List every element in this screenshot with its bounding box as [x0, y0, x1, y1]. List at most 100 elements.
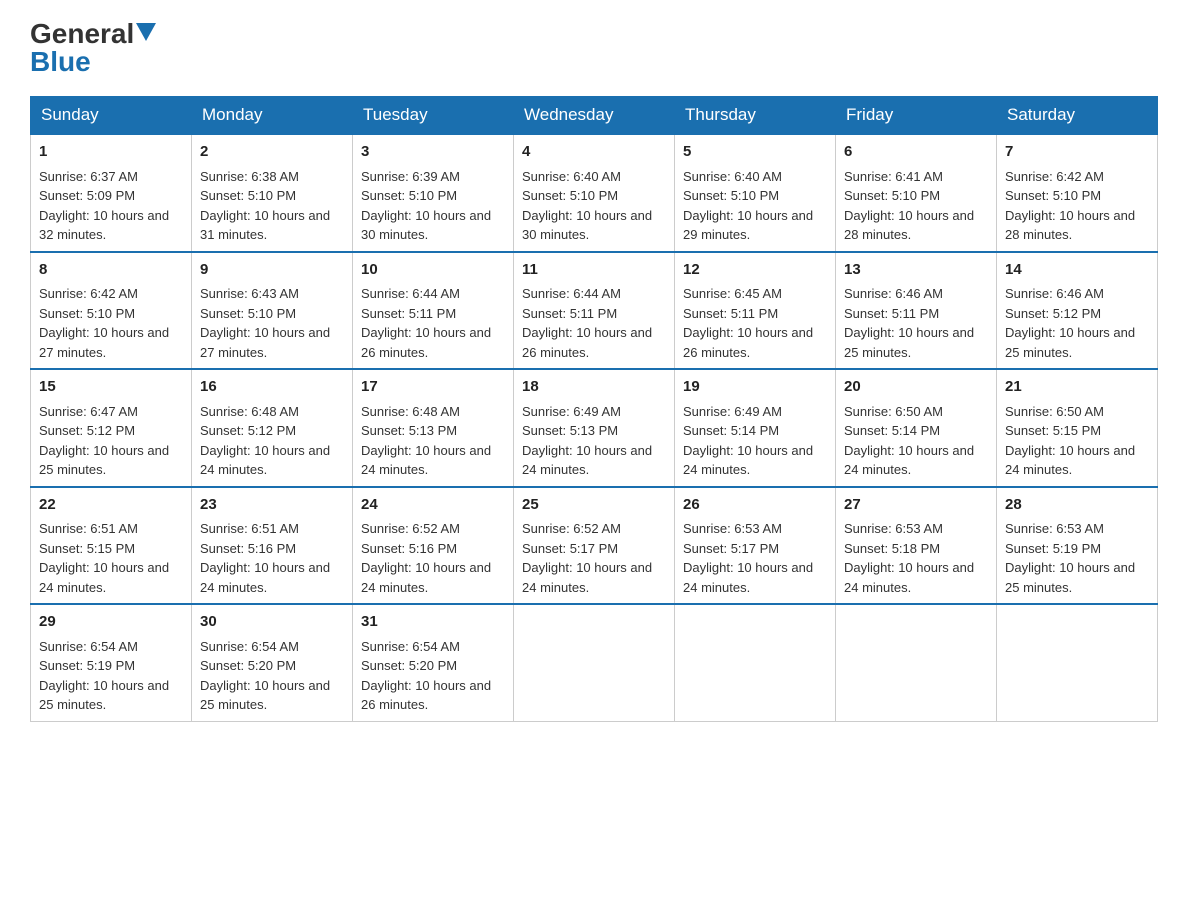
day-cell: 26 Sunrise: 6:53 AMSunset: 5:17 PMDaylig…: [675, 487, 836, 605]
day-number: 20: [844, 376, 988, 399]
day-cell: 27 Sunrise: 6:53 AMSunset: 5:18 PMDaylig…: [836, 487, 997, 605]
day-number: 26: [683, 494, 827, 517]
day-info: Sunrise: 6:46 AMSunset: 5:11 PMDaylight:…: [844, 286, 974, 360]
header-saturday: Saturday: [997, 97, 1158, 135]
day-info: Sunrise: 6:49 AMSunset: 5:13 PMDaylight:…: [522, 404, 652, 478]
day-info: Sunrise: 6:50 AMSunset: 5:14 PMDaylight:…: [844, 404, 974, 478]
logo-general: General: [30, 20, 134, 48]
day-cell: 23 Sunrise: 6:51 AMSunset: 5:16 PMDaylig…: [192, 487, 353, 605]
day-info: Sunrise: 6:42 AMSunset: 5:10 PMDaylight:…: [39, 286, 169, 360]
header-thursday: Thursday: [675, 97, 836, 135]
day-info: Sunrise: 6:52 AMSunset: 5:17 PMDaylight:…: [522, 521, 652, 595]
day-info: Sunrise: 6:44 AMSunset: 5:11 PMDaylight:…: [522, 286, 652, 360]
day-number: 5: [683, 141, 827, 164]
header-friday: Friday: [836, 97, 997, 135]
day-cell: 5 Sunrise: 6:40 AMSunset: 5:10 PMDayligh…: [675, 134, 836, 252]
day-info: Sunrise: 6:48 AMSunset: 5:12 PMDaylight:…: [200, 404, 330, 478]
day-cell: 14 Sunrise: 6:46 AMSunset: 5:12 PMDaylig…: [997, 252, 1158, 370]
day-number: 30: [200, 611, 344, 634]
day-cell: 7 Sunrise: 6:42 AMSunset: 5:10 PMDayligh…: [997, 134, 1158, 252]
day-number: 29: [39, 611, 183, 634]
day-info: Sunrise: 6:45 AMSunset: 5:11 PMDaylight:…: [683, 286, 813, 360]
day-cell: 10 Sunrise: 6:44 AMSunset: 5:11 PMDaylig…: [353, 252, 514, 370]
day-info: Sunrise: 6:38 AMSunset: 5:10 PMDaylight:…: [200, 169, 330, 243]
day-info: Sunrise: 6:50 AMSunset: 5:15 PMDaylight:…: [1005, 404, 1135, 478]
day-cell: 19 Sunrise: 6:49 AMSunset: 5:14 PMDaylig…: [675, 369, 836, 487]
day-cell: 28 Sunrise: 6:53 AMSunset: 5:19 PMDaylig…: [997, 487, 1158, 605]
day-cell: 24 Sunrise: 6:52 AMSunset: 5:16 PMDaylig…: [353, 487, 514, 605]
day-number: 12: [683, 259, 827, 282]
day-info: Sunrise: 6:54 AMSunset: 5:19 PMDaylight:…: [39, 639, 169, 713]
calendar-header-row: SundayMondayTuesdayWednesdayThursdayFrid…: [31, 97, 1158, 135]
day-cell: 1 Sunrise: 6:37 AMSunset: 5:09 PMDayligh…: [31, 134, 192, 252]
day-cell: 29 Sunrise: 6:54 AMSunset: 5:19 PMDaylig…: [31, 604, 192, 721]
day-number: 18: [522, 376, 666, 399]
day-cell: 30 Sunrise: 6:54 AMSunset: 5:20 PMDaylig…: [192, 604, 353, 721]
header-sunday: Sunday: [31, 97, 192, 135]
day-cell: 6 Sunrise: 6:41 AMSunset: 5:10 PMDayligh…: [836, 134, 997, 252]
day-number: 1: [39, 141, 183, 164]
day-number: 11: [522, 259, 666, 282]
day-info: Sunrise: 6:48 AMSunset: 5:13 PMDaylight:…: [361, 404, 491, 478]
day-cell: 20 Sunrise: 6:50 AMSunset: 5:14 PMDaylig…: [836, 369, 997, 487]
week-row-2: 8 Sunrise: 6:42 AMSunset: 5:10 PMDayligh…: [31, 252, 1158, 370]
day-number: 17: [361, 376, 505, 399]
day-number: 6: [844, 141, 988, 164]
day-info: Sunrise: 6:37 AMSunset: 5:09 PMDaylight:…: [39, 169, 169, 243]
day-number: 3: [361, 141, 505, 164]
day-number: 16: [200, 376, 344, 399]
day-info: Sunrise: 6:44 AMSunset: 5:11 PMDaylight:…: [361, 286, 491, 360]
day-cell: 22 Sunrise: 6:51 AMSunset: 5:15 PMDaylig…: [31, 487, 192, 605]
week-row-1: 1 Sunrise: 6:37 AMSunset: 5:09 PMDayligh…: [31, 134, 1158, 252]
logo-arrow-icon: [136, 23, 156, 43]
logo: General Blue: [30, 20, 156, 76]
day-info: Sunrise: 6:39 AMSunset: 5:10 PMDaylight:…: [361, 169, 491, 243]
day-cell: 15 Sunrise: 6:47 AMSunset: 5:12 PMDaylig…: [31, 369, 192, 487]
day-number: 8: [39, 259, 183, 282]
week-row-5: 29 Sunrise: 6:54 AMSunset: 5:19 PMDaylig…: [31, 604, 1158, 721]
day-cell: 21 Sunrise: 6:50 AMSunset: 5:15 PMDaylig…: [997, 369, 1158, 487]
day-cell: 9 Sunrise: 6:43 AMSunset: 5:10 PMDayligh…: [192, 252, 353, 370]
header-wednesday: Wednesday: [514, 97, 675, 135]
day-cell: 8 Sunrise: 6:42 AMSunset: 5:10 PMDayligh…: [31, 252, 192, 370]
day-info: Sunrise: 6:40 AMSunset: 5:10 PMDaylight:…: [683, 169, 813, 243]
day-info: Sunrise: 6:43 AMSunset: 5:10 PMDaylight:…: [200, 286, 330, 360]
day-number: 14: [1005, 259, 1149, 282]
day-info: Sunrise: 6:53 AMSunset: 5:18 PMDaylight:…: [844, 521, 974, 595]
day-cell: 2 Sunrise: 6:38 AMSunset: 5:10 PMDayligh…: [192, 134, 353, 252]
day-cell: 17 Sunrise: 6:48 AMSunset: 5:13 PMDaylig…: [353, 369, 514, 487]
day-info: Sunrise: 6:42 AMSunset: 5:10 PMDaylight:…: [1005, 169, 1135, 243]
day-number: 15: [39, 376, 183, 399]
day-cell: 25 Sunrise: 6:52 AMSunset: 5:17 PMDaylig…: [514, 487, 675, 605]
day-number: 24: [361, 494, 505, 517]
day-number: 13: [844, 259, 988, 282]
day-cell: 12 Sunrise: 6:45 AMSunset: 5:11 PMDaylig…: [675, 252, 836, 370]
day-cell: 11 Sunrise: 6:44 AMSunset: 5:11 PMDaylig…: [514, 252, 675, 370]
day-number: 22: [39, 494, 183, 517]
day-info: Sunrise: 6:54 AMSunset: 5:20 PMDaylight:…: [200, 639, 330, 713]
day-info: Sunrise: 6:40 AMSunset: 5:10 PMDaylight:…: [522, 169, 652, 243]
day-cell: 18 Sunrise: 6:49 AMSunset: 5:13 PMDaylig…: [514, 369, 675, 487]
header-monday: Monday: [192, 97, 353, 135]
day-info: Sunrise: 6:49 AMSunset: 5:14 PMDaylight:…: [683, 404, 813, 478]
day-number: 7: [1005, 141, 1149, 164]
day-number: 9: [200, 259, 344, 282]
day-cell: [836, 604, 997, 721]
day-number: 4: [522, 141, 666, 164]
header-tuesday: Tuesday: [353, 97, 514, 135]
day-info: Sunrise: 6:52 AMSunset: 5:16 PMDaylight:…: [361, 521, 491, 595]
day-cell: 16 Sunrise: 6:48 AMSunset: 5:12 PMDaylig…: [192, 369, 353, 487]
day-info: Sunrise: 6:51 AMSunset: 5:16 PMDaylight:…: [200, 521, 330, 595]
day-number: 21: [1005, 376, 1149, 399]
day-number: 25: [522, 494, 666, 517]
day-info: Sunrise: 6:54 AMSunset: 5:20 PMDaylight:…: [361, 639, 491, 713]
day-number: 2: [200, 141, 344, 164]
day-cell: 31 Sunrise: 6:54 AMSunset: 5:20 PMDaylig…: [353, 604, 514, 721]
day-number: 31: [361, 611, 505, 634]
day-cell: 4 Sunrise: 6:40 AMSunset: 5:10 PMDayligh…: [514, 134, 675, 252]
day-cell: [514, 604, 675, 721]
day-cell: 3 Sunrise: 6:39 AMSunset: 5:10 PMDayligh…: [353, 134, 514, 252]
day-info: Sunrise: 6:53 AMSunset: 5:17 PMDaylight:…: [683, 521, 813, 595]
day-number: 23: [200, 494, 344, 517]
day-cell: 13 Sunrise: 6:46 AMSunset: 5:11 PMDaylig…: [836, 252, 997, 370]
